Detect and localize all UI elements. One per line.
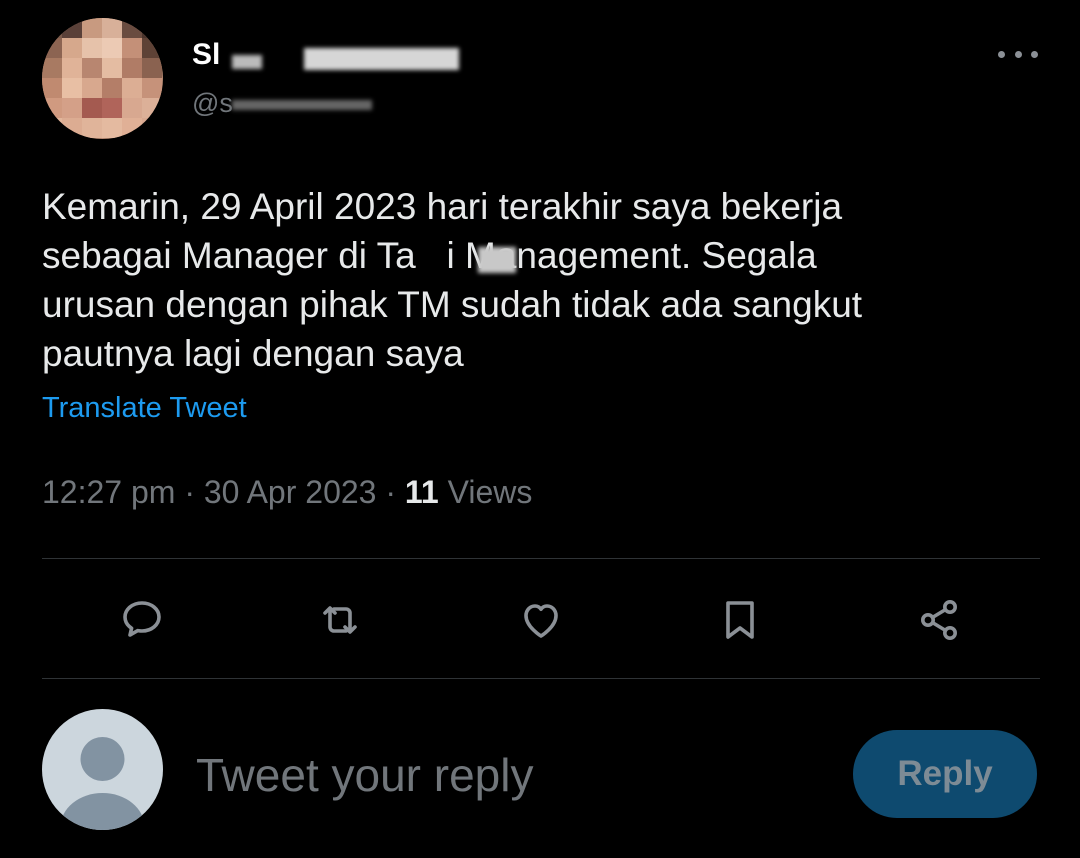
bookmark-action-button[interactable]: [716, 596, 764, 644]
heart-icon: [524, 604, 558, 638]
like-action-button[interactable]: [517, 596, 565, 644]
meta-separator: ·: [376, 474, 405, 510]
divider-bottom: [42, 678, 1040, 679]
redacted-name-block: [232, 55, 262, 69]
more-horizontal-icon[interactable]: [998, 42, 1038, 66]
dot: [998, 50, 1005, 58]
reply-action-button[interactable]: [118, 596, 166, 644]
views-count: 11: [404, 474, 439, 510]
translate-tweet-link[interactable]: Translate Tweet: [42, 392, 247, 425]
reply-button[interactable]: Reply: [853, 730, 1037, 818]
share-icon: [921, 600, 957, 640]
redacted-name-block: [304, 48, 459, 70]
meta-separator: ·: [175, 474, 204, 510]
tweet-text: Kemarin, 29 April 2023 hari terakhir say…: [42, 186, 863, 374]
dot: [1014, 50, 1022, 58]
author-avatar[interactable]: [42, 18, 163, 139]
redacted-handle-block: [232, 100, 372, 110]
tweet-time[interactable]: 12:27 pm: [42, 474, 175, 510]
share-action-button[interactable]: [915, 596, 963, 644]
views-label: Views: [438, 474, 533, 510]
retweet-action-button[interactable]: [316, 596, 364, 644]
author-handle[interactable]: @s: [192, 88, 233, 119]
tweet-meta: 12:27 pm · 30 Apr 2023 · 11 Views: [42, 474, 532, 511]
bookmark-icon: [726, 601, 754, 639]
tweet-date[interactable]: 30 Apr 2023: [204, 474, 377, 510]
default-avatar-icon: [60, 737, 145, 830]
comment-icon: [123, 601, 161, 637]
divider-top: [42, 558, 1040, 559]
author-display-name[interactable]: Sl: [192, 38, 220, 72]
reply-input[interactable]: [196, 740, 816, 810]
retweet-icon: [323, 606, 357, 634]
dot: [1031, 50, 1038, 58]
redacted-text-block: [478, 247, 516, 273]
current-user-avatar: [42, 709, 163, 830]
